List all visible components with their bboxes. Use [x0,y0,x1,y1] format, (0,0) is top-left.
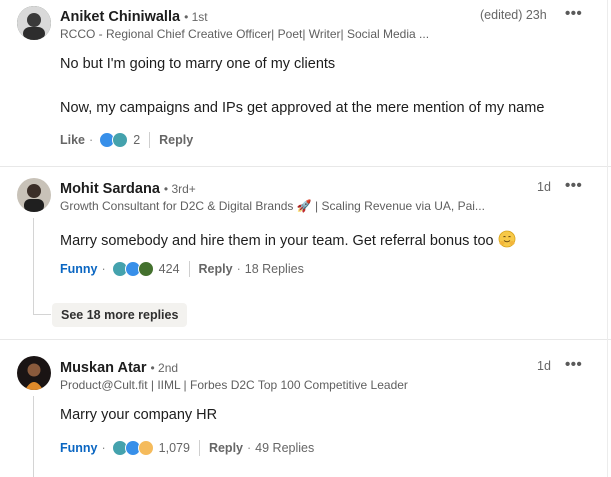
like-button[interactable]: Like [60,133,85,147]
avatar-photo-icon [17,356,51,390]
commenter-name[interactable]: Aniket Chiniwalla • 1st [60,9,208,25]
divider [149,132,151,148]
divider [0,166,611,167]
avatar[interactable] [17,178,51,212]
commenter-headline: RCCO - Regional Chief Creative Officer| … [60,27,430,41]
hugging-face-emoji [498,230,516,248]
comment-actions: Like · 2 Reply [60,132,193,148]
avatar-photo-icon [17,178,51,212]
avatar[interactable] [17,6,51,40]
separator-dot: · [89,133,94,147]
comment-text: Marry somebody and hire them in your tea… [60,230,516,249]
reaction-button[interactable]: Funny [60,262,98,276]
separator-dot: · [101,441,106,455]
thread-line-elbow [33,314,51,315]
comment-timestamp: 1d [537,180,551,194]
reaction-button[interactable]: Funny [60,441,98,455]
reaction-count[interactable]: 424 [159,262,180,276]
connection-degree: • 1st [184,10,208,24]
insightful-reaction-icon [137,440,154,456]
reply-button[interactable]: Reply [209,441,243,455]
avatar[interactable] [17,356,51,390]
reply-button[interactable]: Reply [159,133,193,147]
comment-text-content: Marry somebody and hire them in your tea… [60,233,494,249]
funny-reaction-icon [112,132,129,148]
reply-button[interactable]: Reply [199,262,233,276]
reactions-icons[interactable] [111,440,154,456]
overflow-menu-icon[interactable]: ••• [565,5,582,22]
divider [188,261,190,277]
overflow-menu-icon[interactable]: ••• [565,177,582,194]
commenter-headline: Product@Cult.fit | IIML | Forbes D2C Top… [60,378,408,392]
commenter-name[interactable]: Muskan Atar • 2nd [60,360,178,376]
separator-dot: · [101,262,106,276]
celebrate-reaction-icon [137,261,154,277]
reaction-count[interactable]: 2 [133,133,140,147]
scroll-edge [607,0,608,477]
separator-dot: · [247,441,252,455]
divider [198,440,200,456]
replies-count[interactable]: 18 Replies [245,262,304,276]
see-more-replies-button[interactable]: See 18 more replies [52,303,188,327]
comment-text-line-1: No but I'm going to marry one of my clie… [60,56,336,72]
separator-dot: · [236,262,241,276]
commenter-name[interactable]: Mohit Sardana • 3rd+ [60,181,196,197]
thread-line [33,396,34,477]
avatar-photo-icon [17,6,51,40]
overflow-menu-icon[interactable]: ••• [565,356,582,373]
comment-text: Marry your company HR [60,407,218,423]
commenter-headline: Growth Consultant for D2C & Digital Bran… [60,199,485,213]
divider [0,339,611,340]
replies-count[interactable]: 49 Replies [255,441,314,455]
comment-actions: Funny · 1,079 Reply · 49 Replies [60,440,314,456]
connection-degree: • 2nd [150,361,179,375]
connection-degree: • 3rd+ [163,182,196,196]
reactions-icons[interactable] [111,261,154,277]
comment-text-line-2: Now, my campaigns and IPs get approved a… [60,100,545,116]
comment-actions: Funny · 424 Reply · 18 Replies [60,261,304,277]
comment-timestamp: 1d [537,359,551,373]
thread-line [33,218,34,314]
comment-timestamp: (edited) 23h [480,8,547,22]
reactions-icons[interactable] [99,132,129,148]
reaction-count[interactable]: 1,079 [159,441,190,455]
